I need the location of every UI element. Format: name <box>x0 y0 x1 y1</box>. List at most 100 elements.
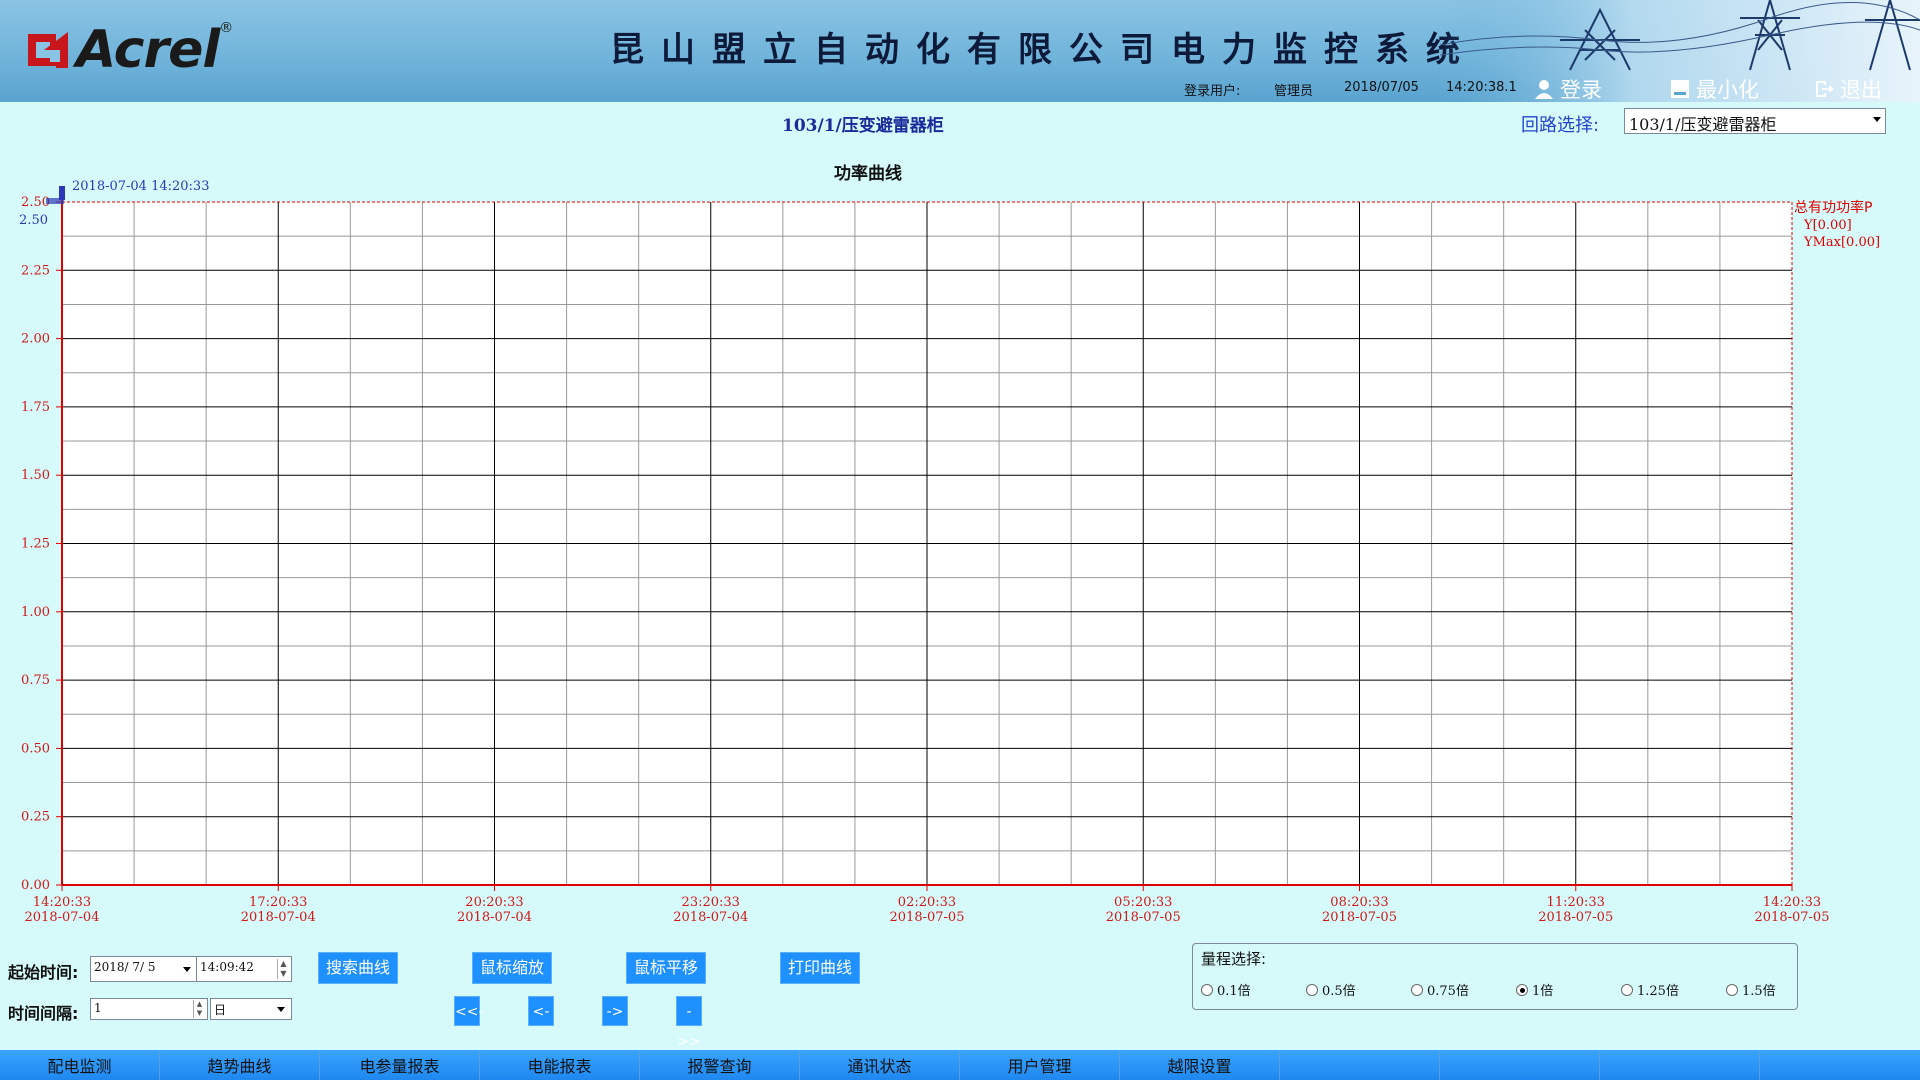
radio-icon <box>1201 983 1213 996</box>
range-option-0[interactable]: 0.1倍 <box>1201 980 1251 999</box>
range-option-3[interactable]: 1倍 <box>1516 980 1553 999</box>
exit-icon <box>1816 81 1834 97</box>
x-tick-date-label: 2018-07-05 <box>890 910 965 925</box>
cursor-handle <box>59 186 65 200</box>
interval-field[interactable]: 1 ▲ ▼ <box>90 998 208 1020</box>
radio-selected-icon <box>1516 983 1528 996</box>
range-option-label: 1.25倍 <box>1637 984 1679 999</box>
mouse-pan-button[interactable]: 鼠标平移 <box>626 952 706 984</box>
y-tick-label: 1.50 <box>21 468 50 483</box>
x-tick-date-label: 2018-07-05 <box>1106 910 1181 925</box>
interval-unit-value: 日 <box>214 1003 227 1017</box>
header-banner: Acrel ® 昆山盟立自动化有限公司电力监控系统 登录用户: 管理员 2018… <box>0 0 1920 102</box>
chevron-down-icon <box>277 1007 285 1012</box>
x-tick-time-label: 14:20:33 <box>1763 895 1821 910</box>
minimize-label: 最小化 <box>1696 78 1759 102</box>
tab-empty[interactable] <box>1440 1050 1600 1080</box>
login-button[interactable]: 登录 <box>1534 74 1602 102</box>
range-option-label: 1倍 <box>1532 984 1554 999</box>
x-tick-date-label: 2018-07-05 <box>1322 910 1397 925</box>
y-tick-label: 2.00 <box>21 332 50 347</box>
search-curve-button[interactable]: 搜索曲线 <box>318 952 398 984</box>
tab-empty[interactable] <box>1280 1050 1440 1080</box>
range-option-label: 0.1倍 <box>1217 984 1251 999</box>
x-tick-time-label: 08:20:33 <box>1330 895 1388 910</box>
current-time: 14:20:38.1 <box>1446 80 1517 95</box>
x-tick-time-label: 20:20:33 <box>465 895 523 910</box>
x-tick-time-label: 14:20:33 <box>33 895 91 910</box>
start-time-field[interactable]: 14:09:42 ▲ ▼ <box>196 956 292 982</box>
minimize-icon <box>1671 80 1689 98</box>
radio-icon <box>1306 983 1318 996</box>
x-tick-date-label: 2018-07-05 <box>1538 910 1613 925</box>
system-title: 昆山盟立自动化有限公司电力监控系统 <box>610 30 1477 70</box>
range-option-5[interactable]: 1.5倍 <box>1726 980 1776 999</box>
nav-last-button[interactable]: ->> <box>676 996 702 1050</box>
spinner-icon: ▲ ▼ <box>193 1000 205 1018</box>
tab-alarm-query[interactable]: 报警查询 <box>640 1050 800 1080</box>
logo-text: Acrel <box>76 20 220 80</box>
start-date-field[interactable]: 2018/ 7/ 5 <box>90 956 198 982</box>
range-option-2[interactable]: 0.75倍 <box>1411 980 1469 999</box>
y-top-value-label: 2.50 <box>19 213 48 228</box>
y-tick-label: 0.25 <box>21 810 50 825</box>
loop-title: 103/1/压变避雷器柜 <box>782 116 944 136</box>
acrel-logo-icon <box>28 32 68 68</box>
range-option-1[interactable]: 0.5倍 <box>1306 980 1356 999</box>
interval-value: 1 <box>94 1001 102 1015</box>
range-option-4[interactable]: 1.25倍 <box>1621 980 1679 999</box>
radio-icon <box>1621 983 1633 996</box>
y-tick-label: 0.00 <box>21 878 50 893</box>
start-date-value: 2018/ 7/ 5 <box>94 960 156 974</box>
x-tick-time-label: 23:20:33 <box>682 895 740 910</box>
loop-select-label: 回路选择: <box>1521 115 1600 136</box>
y-tick-label: 2.50 <box>21 195 50 210</box>
bottom-nav-bar: 配电监测 趋势曲线 电参量报表 电能报表 报警查询 通讯状态 用户管理 越限设置 <box>0 1050 1920 1080</box>
tab-power-monitoring[interactable]: 配电监测 <box>0 1050 160 1080</box>
y-tick-label: 1.00 <box>21 605 50 620</box>
legend-entry: Y[0.00] <box>1803 218 1852 233</box>
legend-entry: 总有功功率P <box>1794 199 1872 216</box>
exit-label: 退出 <box>1840 78 1882 102</box>
user-name: 管理员 <box>1274 84 1314 99</box>
nav-prev-button[interactable]: <- <box>528 996 554 1026</box>
print-curve-button[interactable]: 打印曲线 <box>780 952 860 984</box>
x-tick-date-label: 2018-07-04 <box>25 910 100 925</box>
tab-comm-status[interactable]: 通讯状态 <box>800 1050 960 1080</box>
tab-trend-curve[interactable]: 趋势曲线 <box>160 1050 320 1080</box>
tab-empty[interactable] <box>1760 1050 1920 1080</box>
cursor-time-label: 2018-07-04 14:20:33 <box>72 179 209 194</box>
legend-entry: YMax[0.00] <box>1803 235 1880 250</box>
mouse-zoom-button[interactable]: 鼠标缩放 <box>472 952 552 984</box>
tab-user-management[interactable]: 用户管理 <box>960 1050 1120 1080</box>
radio-icon <box>1726 983 1738 996</box>
tab-energy-report[interactable]: 电能报表 <box>480 1050 640 1080</box>
x-tick-date-label: 2018-07-05 <box>1755 910 1830 925</box>
current-date: 2018/07/05 <box>1344 80 1419 95</box>
exit-button[interactable]: 退出 <box>1814 74 1882 102</box>
loop-select[interactable]: 103/1/压变避雷器柜 <box>1624 108 1886 134</box>
minimize-button[interactable]: 最小化 <box>1670 74 1759 102</box>
tab-limit-settings[interactable]: 越限设置 <box>1120 1050 1280 1080</box>
user-label: 登录用户: <box>1184 84 1241 99</box>
start-time-value: 14:09:42 <box>200 960 254 974</box>
interval-unit-select[interactable]: 日 <box>210 998 292 1020</box>
radio-icon <box>1411 983 1423 996</box>
power-curve-chart[interactable]: 2.50 2.25 2.00 1.75 1.50 1.25 1.00 0.75 0.50 0.25… <box>0 170 1920 930</box>
tab-empty[interactable] <box>1600 1050 1760 1080</box>
tab-electrical-report[interactable]: 电参量报表 <box>320 1050 480 1080</box>
y-tick-label: 1.25 <box>21 537 50 552</box>
x-tick-time-label: 02:20:33 <box>898 895 956 910</box>
range-select-title: 量程选择: <box>1201 950 1267 968</box>
y-tick-label: 0.50 <box>21 741 50 756</box>
x-tick-date-label: 2018-07-04 <box>673 910 748 925</box>
y-tick-label: 1.75 <box>21 400 50 415</box>
registered-mark: ® <box>219 20 234 36</box>
nav-next-button[interactable]: -> <box>602 996 628 1026</box>
acrel-logo: Acrel ® <box>26 20 233 80</box>
interval-label: 时间间隔: <box>8 1004 79 1023</box>
range-option-label: 0.75倍 <box>1427 984 1469 999</box>
x-tick-time-label: 11:20:33 <box>1547 895 1605 910</box>
nav-first-button[interactable]: <<- <box>454 996 484 1026</box>
x-tick-date-label: 2018-07-04 <box>457 910 532 925</box>
